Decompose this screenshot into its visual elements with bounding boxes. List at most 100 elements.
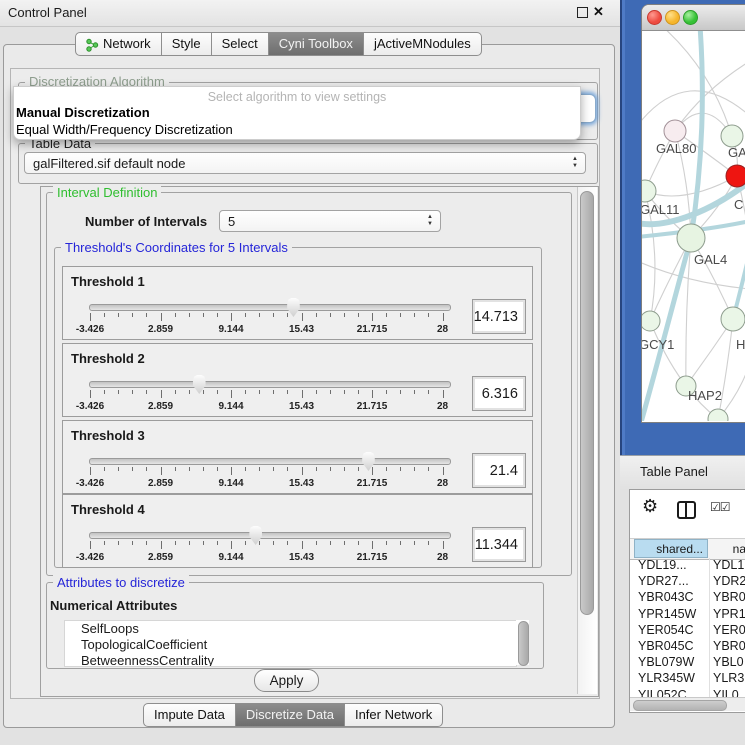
minor-tick [414, 390, 415, 394]
bottom-tab-discretize-data[interactable]: Discretize Data [236, 703, 345, 727]
major-tick [231, 313, 232, 321]
bottom-tab-impute-data[interactable]: Impute Data [143, 703, 236, 727]
tick-label: 15.43 [289, 324, 314, 335]
gear-icon[interactable]: ⚙ [642, 496, 658, 517]
network-window: GAL80GACGAL11GAL4GCY1HHAP2 [641, 4, 745, 423]
window-minimize-icon[interactable] [665, 10, 680, 25]
minor-tick [428, 390, 429, 394]
table-rows[interactable]: YDL19...YDL1YDR27...YDR2YBR043CYBR0YPR14… [630, 558, 745, 697]
apply-button-label: Apply [270, 673, 304, 688]
num-intervals-combobox[interactable]: 5 ▲▼ [219, 210, 441, 232]
bottom-tab-infer-network[interactable]: Infer Network [345, 703, 443, 727]
threshold-slider-thumb[interactable] [192, 375, 207, 394]
major-tick [302, 467, 303, 475]
cell-shared-name: YIL052C [638, 688, 687, 698]
threshold-value-field[interactable]: 11.344 [472, 527, 526, 562]
major-tick [443, 541, 444, 549]
threshold-value-field[interactable]: 21.4 [472, 453, 526, 488]
network-edge[interactable] [645, 176, 737, 196]
table-row[interactable]: YDR27...YDR2 [630, 574, 745, 590]
attribute-item-betweennesscentrality[interactable]: BetweennessCentrality [65, 653, 516, 667]
network-edge[interactable] [718, 319, 733, 419]
table-row[interactable]: YER054CYER0 [630, 623, 745, 639]
float-panel-icon[interactable] [577, 7, 588, 18]
table-row[interactable]: YBR043CYBR0 [630, 590, 745, 606]
window-close-icon[interactable] [647, 10, 662, 25]
network-node-label: GAL80 [656, 141, 696, 156]
tab-style[interactable]: Style [162, 32, 212, 56]
minor-tick [132, 467, 133, 471]
minor-tick [400, 390, 401, 394]
threshold-slider-track[interactable] [89, 532, 451, 539]
network-node-label: GA [728, 145, 745, 160]
tick-label: 21.715 [357, 324, 388, 335]
apply-button[interactable]: Apply [254, 669, 319, 692]
num-intervals-value: 5 [228, 214, 235, 229]
minor-tick [330, 313, 331, 317]
minor-tick [386, 541, 387, 545]
minor-tick [203, 541, 204, 545]
cell-shared-name: YLR345W [638, 671, 695, 685]
network-graph: GAL80GACGAL11GAL4GCY1HHAP2 [642, 31, 745, 421]
attributes-scrollbar-thumb[interactable] [518, 621, 529, 666]
minor-tick [104, 541, 105, 545]
table-hscrollbar-thumb[interactable] [633, 700, 727, 711]
network-node-ga[interactable] [721, 125, 743, 147]
minor-tick [217, 467, 218, 471]
tab-label: Cyni Toolbox [279, 33, 353, 55]
network-node-gcy1[interactable] [642, 311, 660, 331]
tab-cyni-toolbox[interactable]: Cyni Toolbox [269, 32, 364, 56]
threshold-slider-thumb[interactable] [361, 452, 376, 471]
algorithm-option-manual-discretization[interactable]: Manual Discretization [14, 104, 580, 121]
table-data-combobox[interactable]: galFiltered.sif default node ▲▼ [24, 152, 586, 174]
minor-tick [146, 541, 147, 545]
window-zoom-icon[interactable] [683, 10, 698, 25]
network-node-gal11[interactable] [642, 180, 656, 202]
table-row[interactable]: YIL052CYIL0 [630, 688, 745, 698]
tab-jactivemnodules[interactable]: jActiveMNodules [364, 32, 482, 56]
minor-tick [245, 313, 246, 317]
column-header-shared-name[interactable]: shared... [634, 539, 708, 558]
combo-spinner-icon: ▲▼ [427, 214, 433, 228]
tick-label: 2.859 [148, 324, 173, 335]
threshold-slider-track[interactable] [89, 458, 451, 465]
minor-tick [273, 390, 274, 394]
network-edge[interactable] [642, 91, 745, 126]
threshold-slider-track[interactable] [89, 304, 451, 311]
tab-select[interactable]: Select [212, 32, 269, 56]
network-edge-highlighted[interactable] [691, 31, 702, 238]
settings-scrollbar-thumb[interactable] [580, 191, 594, 615]
threshold-value-field[interactable]: 6.316 [472, 376, 526, 411]
major-tick [90, 390, 91, 398]
network-icon [86, 37, 99, 51]
close-panel-icon[interactable]: ✕ [593, 4, 604, 20]
table-row[interactable]: YLR345WYLR3 [630, 671, 745, 687]
numerical-attributes-list[interactable]: SelfLoopsTopologicalCoefficientBetweenne… [64, 620, 517, 667]
column-header-name[interactable]: na [709, 539, 745, 558]
network-node-gal80[interactable] [664, 120, 686, 142]
network-node-gal4[interactable] [677, 224, 705, 252]
tick-label: -3.426 [76, 478, 104, 489]
network-node-c[interactable] [726, 165, 745, 187]
attribute-item-topologicalcoefficient[interactable]: TopologicalCoefficient [65, 637, 516, 653]
tab-label: jActiveMNodules [374, 33, 471, 55]
network-canvas[interactable]: GAL80GACGAL11GAL4GCY1HHAP2 [642, 31, 745, 421]
network-node-h[interactable] [721, 307, 745, 331]
tab-network[interactable]: Network [75, 32, 162, 56]
tab-label: Network [103, 33, 151, 55]
table-hscrollbar-track[interactable] [630, 697, 745, 711]
algorithm-option-equal-width-frequency-discretization[interactable]: Equal Width/Frequency Discretization [14, 121, 580, 138]
table-row[interactable]: YDL19...YDL1 [630, 558, 745, 574]
threshold-slider-thumb[interactable] [248, 526, 263, 545]
table-row[interactable]: YBL079WYBL0 [630, 655, 745, 671]
checkboxes-icon[interactable]: ☑☑ [710, 500, 730, 514]
attribute-item-selfloops[interactable]: SelfLoops [65, 621, 516, 637]
table-row[interactable]: YPR145WYPR1 [630, 607, 745, 623]
column-browser-icon[interactable] [677, 501, 696, 519]
threshold-value-field[interactable]: 14.713 [472, 299, 526, 334]
major-tick [90, 541, 91, 549]
table-row[interactable]: YBR045CYBR0 [630, 639, 745, 655]
minor-tick [428, 467, 429, 471]
major-tick [302, 390, 303, 398]
threshold-slider-track[interactable] [89, 381, 451, 388]
